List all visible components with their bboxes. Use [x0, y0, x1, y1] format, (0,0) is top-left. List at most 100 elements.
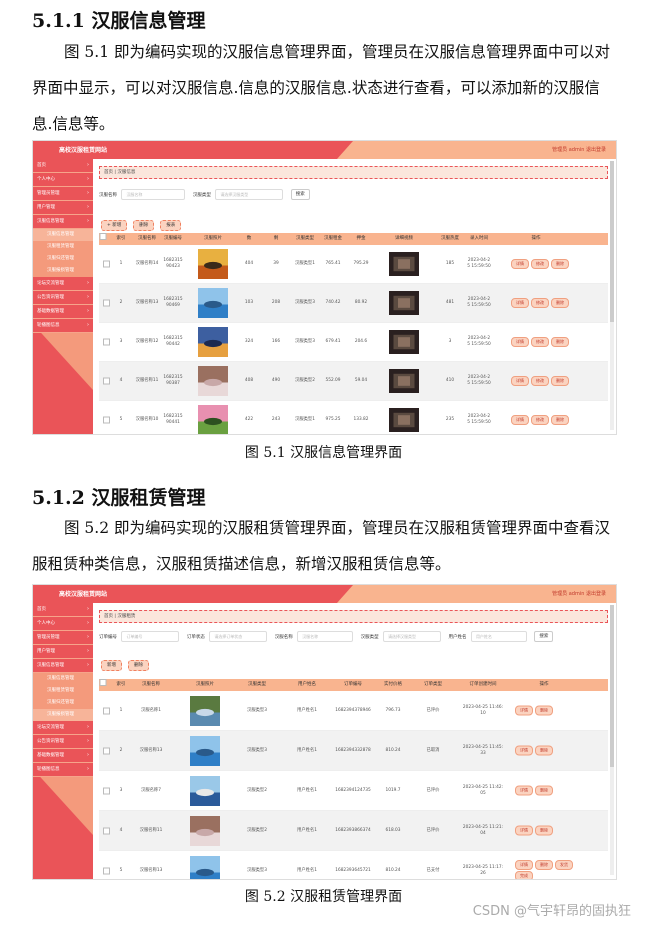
filter-name-input[interactable]: 汉服名称 — [297, 631, 354, 642]
sidebar-item[interactable]: 首页 › — [33, 159, 93, 173]
search-button[interactable]: 搜索 — [290, 189, 310, 200]
delete-button[interactable]: 删除 — [551, 337, 569, 347]
video-thumbnail[interactable] — [389, 408, 419, 432]
hanfu-photo — [198, 405, 228, 434]
row-checkbox[interactable] — [103, 338, 110, 346]
row-checkbox[interactable] — [103, 377, 110, 385]
filter-type-select[interactable]: 请选择汉服类型 — [215, 189, 284, 200]
row-checkbox[interactable] — [103, 260, 110, 268]
detail-button[interactable]: 详情 — [511, 337, 529, 347]
detail-button[interactable]: 详情 — [515, 859, 533, 870]
table-cell: 2023-04-2 5 15:59:50 — [467, 297, 491, 308]
sidebar-item[interactable]: 公告资讯管理 › — [33, 735, 93, 749]
sidebar-item[interactable]: 首页 › — [33, 603, 93, 617]
header-user-menu[interactable]: 管理员 admin 退出登录 — [552, 146, 606, 153]
row-checkbox[interactable] — [103, 299, 110, 307]
delete-button[interactable]: 删除 — [551, 415, 569, 425]
sidebar-item[interactable]: 个人中心 › — [33, 173, 93, 187]
row-checkbox[interactable] — [103, 827, 110, 834]
video-thumbnail[interactable] — [389, 252, 419, 276]
sidebar-item[interactable]: 论坛交流管理 › — [33, 721, 93, 735]
table-cell: 2023-04-2 5 15:59:50 — [467, 336, 491, 347]
filter-type-select[interactable]: 请选择汉服类型 — [383, 631, 442, 642]
detail-button[interactable]: 详情 — [511, 415, 529, 425]
detail-button[interactable]: 详情 — [511, 298, 529, 308]
chevron-right-icon: › — [87, 752, 89, 758]
video-thumbnail[interactable] — [389, 291, 419, 315]
edit-button[interactable]: 修改 — [531, 337, 549, 347]
row-checkbox[interactable] — [103, 867, 110, 874]
sidebar-item[interactable]: 汉服信息管理 › — [33, 659, 93, 673]
edit-button[interactable]: 修改 — [531, 415, 549, 425]
detail-button[interactable]: 详情 — [515, 785, 533, 795]
sidebar-item[interactable]: 用户管理 › — [33, 201, 93, 215]
delete-button[interactable]: 删除 — [551, 298, 569, 308]
sidebar-item[interactable]: 轮播图信息 › — [33, 763, 93, 777]
sidebar-item[interactable]: 公告资讯管理 › — [33, 291, 93, 305]
delete-button[interactable]: 删除 — [535, 825, 553, 835]
select-all-checkbox[interactable] — [99, 233, 107, 240]
delete-button[interactable]: 删除 — [535, 859, 553, 870]
sidebar-item[interactable]: 个人中心 › — [33, 617, 93, 631]
complete-button[interactable]: 完成 — [515, 870, 533, 879]
header-user-menu[interactable]: 管理员 admin 退出登录 — [552, 590, 606, 597]
edit-button[interactable]: 修改 — [531, 298, 549, 308]
edit-button[interactable]: 修改 — [531, 259, 549, 269]
scrollbar[interactable] — [610, 605, 614, 875]
delete-button[interactable]: 删除 — [133, 220, 155, 231]
detail-button[interactable]: 详情 — [515, 705, 533, 715]
sidebar-item[interactable]: 管理员管理 › — [33, 631, 93, 645]
delete-button[interactable]: 删除 — [535, 705, 553, 715]
edit-button[interactable]: 修改 — [531, 376, 549, 386]
scrollbar[interactable] — [610, 161, 614, 430]
sidebar-item[interactable]: 汉服租赁管理 — [33, 685, 93, 697]
filter-user-input[interactable]: 用户姓名 — [470, 631, 527, 642]
row-actions: 详情 删除 发货完成 — [515, 859, 579, 879]
table-cell: 汉服名称11 — [139, 827, 163, 833]
detail-button[interactable]: 详情 — [515, 825, 533, 835]
delete-button[interactable]: 删除 — [535, 785, 553, 795]
delete-button[interactable]: 删除 — [551, 259, 569, 269]
sidebar-item[interactable]: 汉服归还管理 — [33, 253, 93, 265]
sidebar-item[interactable]: 基础数据管理 › — [33, 305, 93, 319]
sidebar-item[interactable]: 汉服信息管理 — [33, 673, 93, 685]
row-actions: 详情 删除 — [515, 825, 579, 836]
video-thumbnail[interactable] — [389, 369, 419, 393]
table-cell: 汉服类型2 — [295, 378, 315, 383]
table-cell: 已评价 — [426, 707, 440, 713]
filter-order-status-select[interactable]: 请选择订单状态 — [209, 631, 268, 642]
add-button[interactable]: + 新增 — [101, 220, 128, 231]
delete-button[interactable]: 删除 — [128, 660, 149, 671]
sidebar-item[interactable]: 汉服报损管理 — [33, 709, 93, 721]
sidebar-item[interactable]: 汉服信息管理 › — [33, 215, 93, 229]
search-button[interactable]: 搜索 — [534, 631, 554, 642]
detail-button[interactable]: 详情 — [511, 376, 529, 386]
sidebar-item[interactable]: 汉服报损管理 — [33, 265, 93, 277]
table-cell: 1682394378946 — [335, 707, 371, 713]
select-all-checkbox[interactable] — [99, 679, 107, 686]
chevron-right-icon: › — [87, 308, 89, 314]
report-button[interactable]: 报表 — [160, 220, 182, 231]
sidebar-item[interactable]: 汉服信息管理 — [33, 229, 93, 241]
detail-button[interactable]: 详情 — [515, 745, 533, 755]
table-cell: 410 — [445, 378, 455, 383]
sidebar-item[interactable]: 汉服归还管理 — [33, 697, 93, 709]
row-checkbox[interactable] — [103, 747, 110, 754]
row-checkbox[interactable] — [103, 416, 110, 424]
row-checkbox[interactable] — [103, 787, 110, 794]
filter-name-input[interactable]: 汉服名称 — [121, 189, 186, 200]
video-thumbnail[interactable] — [389, 330, 419, 354]
sidebar-item[interactable]: 汉服租赁管理 — [33, 241, 93, 253]
detail-button[interactable]: 详情 — [511, 259, 529, 269]
sidebar-item[interactable]: 管理员管理 › — [33, 187, 93, 201]
sidebar-item[interactable]: 用户管理 › — [33, 645, 93, 659]
sidebar-item[interactable]: 论坛交流管理 › — [33, 277, 93, 291]
delete-button[interactable]: 删除 — [535, 745, 553, 755]
delete-button[interactable]: 删除 — [551, 376, 569, 386]
sidebar-item[interactable]: 基础数据管理 › — [33, 749, 93, 763]
row-checkbox[interactable] — [103, 707, 110, 714]
ship-button[interactable]: 发货 — [555, 859, 573, 870]
sidebar-item[interactable]: 轮播图信息 › — [33, 319, 93, 333]
filter-order-no-input[interactable]: 订单编号 — [121, 631, 180, 642]
add-button[interactable]: 新增 — [101, 660, 122, 671]
